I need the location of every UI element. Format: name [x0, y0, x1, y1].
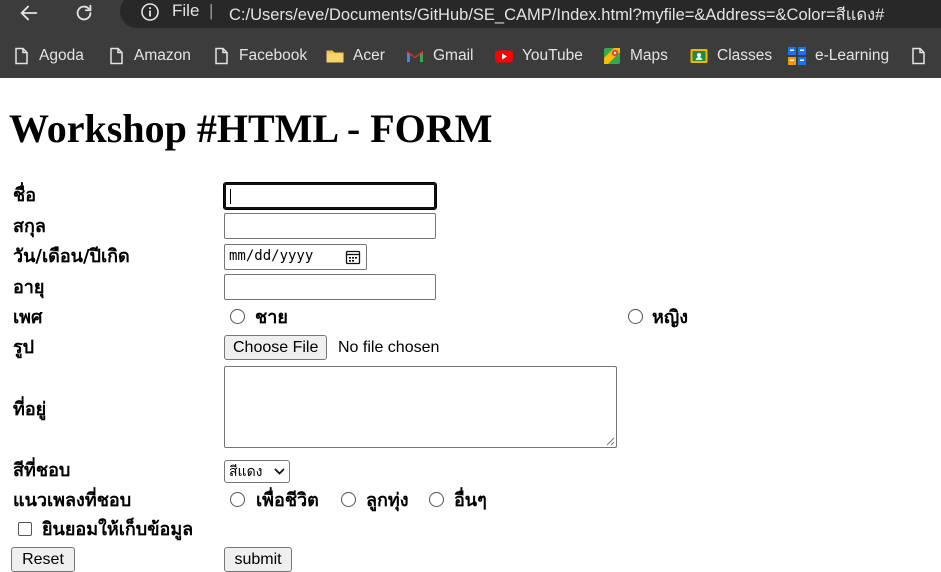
- favorite-color-select[interactable]: สีแดง: [224, 460, 290, 483]
- chevron-down-icon: [274, 468, 285, 475]
- consent-checkbox[interactable]: [18, 522, 32, 536]
- address-textarea[interactable]: [224, 366, 617, 448]
- age-label: อายุ: [13, 277, 45, 298]
- bookmark-classes[interactable]: Classes: [689, 40, 772, 72]
- calendar-icon[interactable]: [345, 249, 361, 265]
- bookmark-agoda[interactable]: Agoda: [11, 40, 84, 72]
- gender-label: เพศ: [13, 307, 43, 328]
- bookmark-overflow[interactable]: [908, 40, 928, 72]
- elearning-icon: [787, 46, 807, 66]
- photo-label: รูป: [13, 337, 35, 358]
- birthdate-label: วัน/เดือน/ปีเกิด: [13, 246, 130, 267]
- back-arrow-icon: [20, 5, 38, 21]
- bookmark-label: YouTube: [522, 47, 583, 64]
- genre-luk-thung-radio[interactable]: [341, 492, 356, 507]
- first-name-input[interactable]: [223, 182, 437, 210]
- bookmark-acer[interactable]: Acer: [325, 40, 385, 72]
- gender-female-radio[interactable]: [628, 309, 643, 324]
- info-icon[interactable]: [140, 2, 160, 22]
- genre-luk-thung-label: ลูกทุ่ง: [366, 490, 409, 511]
- youtube-icon: [494, 46, 514, 66]
- page-icon: [11, 46, 31, 66]
- bookmark-label: Facebook: [239, 47, 308, 64]
- bookmark-facebook[interactable]: Facebook: [211, 40, 307, 72]
- genre-other-label: อื่นๆ: [454, 490, 487, 511]
- url-text[interactable]: C:/Users/eve/Documents/GitHub/SE_CAMP/In…: [229, 2, 884, 28]
- folder-icon: [325, 46, 345, 66]
- scheme-label: File: [172, 1, 200, 20]
- choose-file-button[interactable]: Choose File: [224, 335, 328, 360]
- page-title: Workshop #HTML - FORM: [9, 106, 493, 151]
- favorite-color-value: สีแดง: [229, 463, 263, 480]
- bookmarks-bar: Agoda Amazon Facebook Acer Gmail YouTube…: [0, 40, 941, 72]
- reload-button[interactable]: [64, 0, 104, 26]
- bookmark-gmail[interactable]: Gmail: [405, 40, 473, 72]
- gmail-icon: [405, 46, 425, 66]
- back-button[interactable]: [9, 0, 49, 26]
- favorite-color-label: สีที่ชอบ: [13, 460, 71, 481]
- resize-grip-icon[interactable]: [606, 437, 615, 446]
- birthdate-input[interactable]: mm/dd/yyyy: [224, 244, 367, 270]
- reload-icon: [76, 4, 92, 21]
- bookmark-label: Amazon: [134, 47, 191, 64]
- bookmark-label: Gmail: [433, 47, 474, 64]
- file-status-text: No file chosen: [338, 339, 440, 356]
- birthdate-placeholder: mm/dd/yyyy: [229, 248, 314, 264]
- page-icon: [211, 46, 231, 66]
- music-genre-label: แนวเพลงที่ชอบ: [13, 490, 132, 511]
- reset-button[interactable]: Reset: [11, 547, 75, 572]
- bookmark-label: Classes: [717, 47, 773, 64]
- gender-female-label: หญิง: [652, 307, 688, 328]
- submit-button[interactable]: submit: [224, 547, 292, 572]
- consent-label: ยินยอมให้เก็บข้อมูล: [42, 519, 194, 540]
- omnibox-separator: |: [209, 1, 214, 20]
- gender-male-label: ชาย: [255, 307, 288, 328]
- maps-icon: [602, 46, 622, 66]
- browser-chrome: File | C:/Users/eve/Documents/GitHub/SE_…: [0, 0, 941, 78]
- first-name-label: ชื่อ: [13, 185, 37, 206]
- genre-other-radio[interactable]: [429, 492, 444, 507]
- bookmark-amazon[interactable]: Amazon: [106, 40, 191, 72]
- gender-male-radio[interactable]: [230, 309, 245, 324]
- page-icon: [908, 46, 928, 66]
- text-caret: [230, 189, 231, 204]
- address-label: ที่อยู่: [13, 399, 47, 420]
- genre-phuea-chiwit-label: เพื่อชีวิต: [256, 490, 319, 511]
- bookmark-label: e-Learning: [815, 47, 890, 64]
- genre-phuea-chiwit-radio[interactable]: [230, 492, 245, 507]
- bookmark-label: Agoda: [39, 47, 84, 64]
- bookmark-maps[interactable]: Maps: [602, 40, 668, 72]
- age-input[interactable]: [224, 274, 436, 300]
- bookmark-label: Maps: [630, 47, 668, 64]
- classes-icon: [689, 46, 709, 66]
- bookmark-elearning[interactable]: e-Learning: [787, 40, 889, 72]
- page-icon: [106, 46, 126, 66]
- last-name-input[interactable]: [224, 213, 436, 239]
- bookmark-label: Acer: [353, 47, 385, 64]
- last-name-label: สกุล: [13, 216, 46, 237]
- bookmark-youtube[interactable]: YouTube: [494, 40, 583, 72]
